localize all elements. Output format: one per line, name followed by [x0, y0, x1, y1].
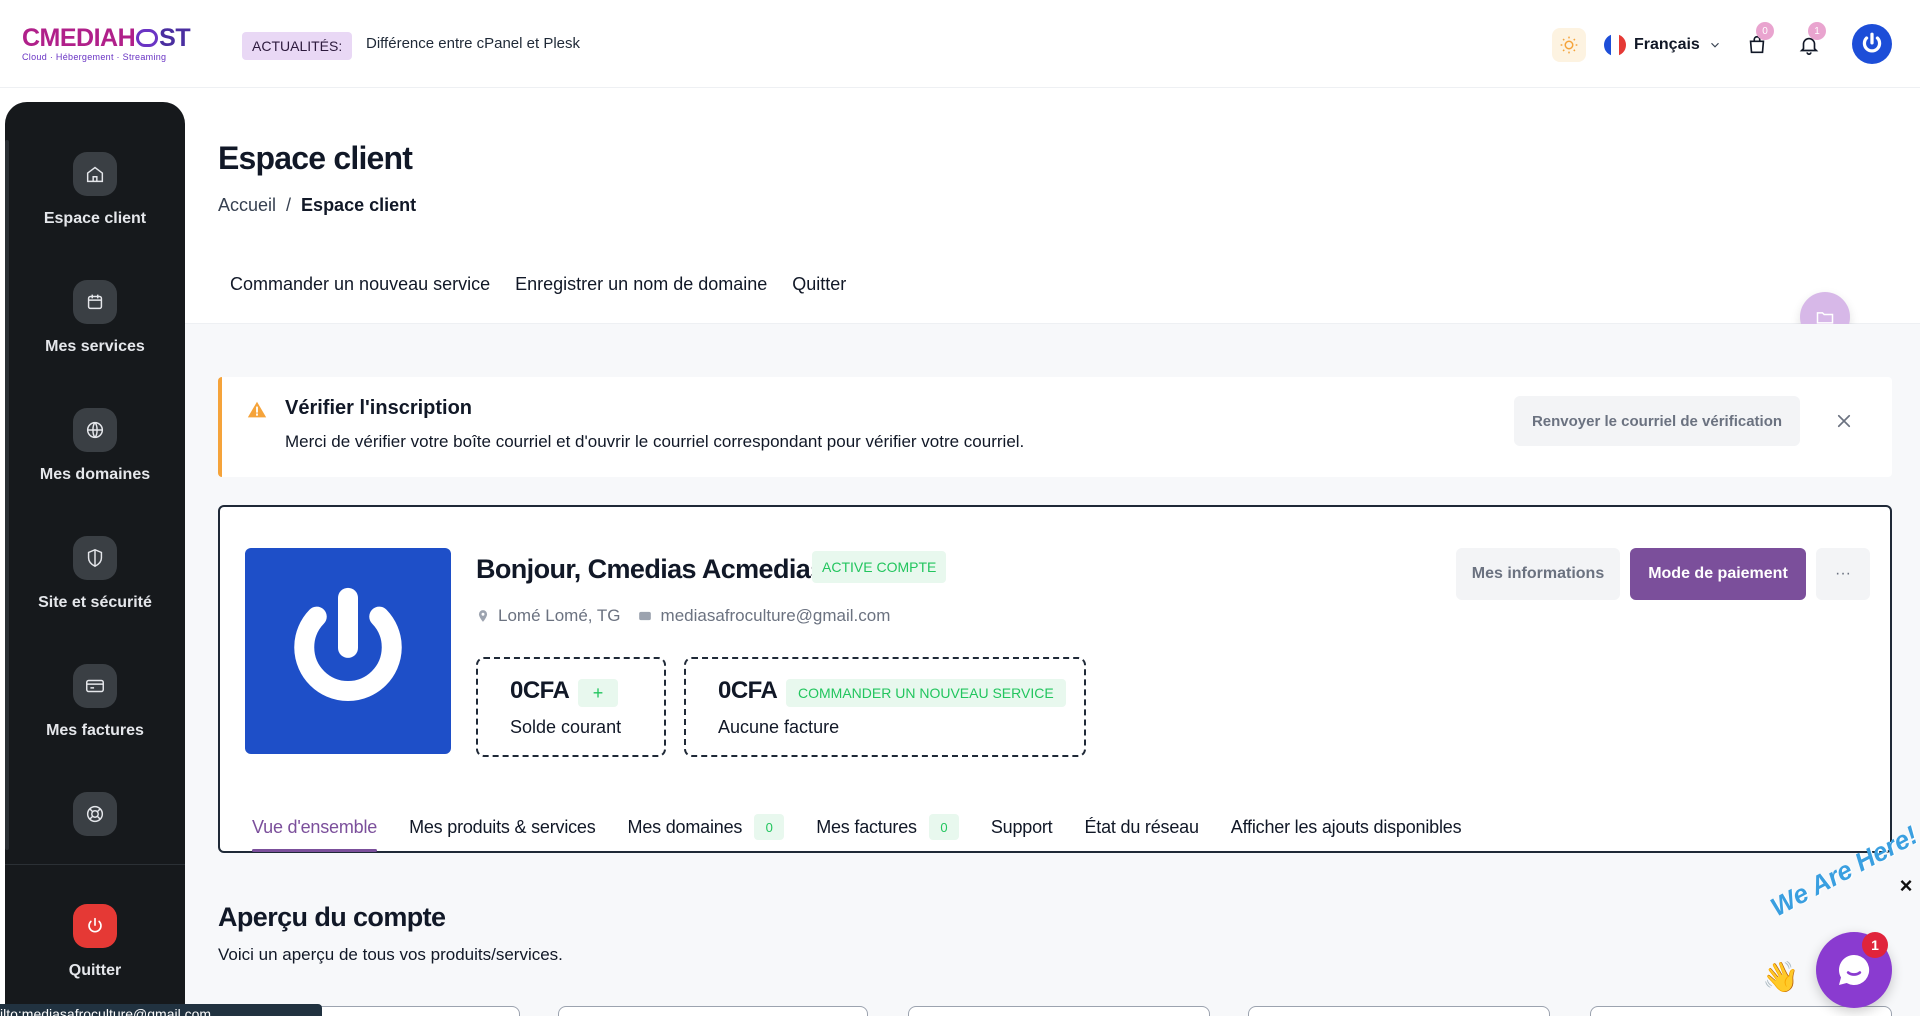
overview-card[interactable] — [558, 1006, 868, 1016]
sidebar-item-label: Quitter — [68, 962, 122, 979]
balance-label: Solde courant — [510, 717, 622, 737]
payment-method-button[interactable]: Mode de paiement — [1630, 548, 1806, 600]
tab-invoices[interactable]: Mes factures 0 — [816, 803, 959, 851]
logo-tagline: Cloud · Hébergement · Streaming — [22, 52, 167, 62]
cmediahost-logo[interactable]: CMEDIAH ST Cloud · Hébergement · Streamin… — [22, 24, 192, 64]
page-title: Espace client — [218, 140, 413, 176]
tab-domains[interactable]: Mes domaines 0 — [628, 803, 785, 851]
sidebar-item-label: Mes factures — [46, 722, 144, 739]
sidebar-item-label: Site et sécurité — [38, 594, 152, 611]
support-icon — [73, 792, 117, 836]
balance-box: 0CFA + Solde courant — [476, 657, 666, 757]
sidebar-item-site-securite[interactable]: Site et sécurité — [5, 536, 185, 612]
sidebar-divider — [5, 864, 185, 865]
sidebar-item-quitter[interactable]: Quitter — [5, 904, 185, 980]
sidebar-item-label: Mes services — [45, 338, 145, 355]
france-flag-icon — [1604, 34, 1626, 56]
location-pin-icon — [478, 610, 488, 622]
language-selector[interactable]: Français — [1604, 30, 1722, 60]
profile-meta: Lomé Lomé, TG mediasafroculture@gmail.co… — [476, 606, 890, 626]
quick-links: Commander un nouveau service Enregistrer… — [230, 274, 846, 295]
chat-close-button[interactable]: × — [1894, 873, 1918, 898]
shield-icon — [73, 536, 117, 580]
verification-alert: Vérifier l'inscription Merci de vérifier… — [218, 377, 1892, 477]
invoice-label: Aucune facture — [718, 717, 840, 737]
location-text: Lomé Lomé, TG — [498, 606, 621, 625]
invoice-value: 0CFA — [718, 677, 778, 704]
language-label: Français — [1634, 36, 1700, 53]
order-new-service-chip[interactable]: COMMANDER UN NOUVEAU SERVICE — [786, 679, 1066, 707]
domains-count-badge: 0 — [754, 814, 785, 840]
sidebar: Espace client Mes services Mes domaines … — [5, 102, 185, 1016]
email-icon — [638, 611, 651, 621]
sidebar-scrollbar[interactable] — [5, 140, 9, 850]
resend-verification-button[interactable]: Renvoyer le courriel de vérification — [1514, 396, 1800, 446]
greeting: Bonjour, Cmedias Acmedias — [476, 554, 825, 584]
cart-count-badge: 0 — [1756, 22, 1774, 40]
waving-hand-icon: 👋 — [1762, 961, 1800, 994]
invoice-box: 0CFA COMMANDER UN NOUVEAU SERVICE Aucune… — [684, 657, 1086, 757]
close-alert-button[interactable] — [1830, 407, 1858, 435]
breadcrumb: Accueil / Espace client — [218, 195, 416, 216]
news-link[interactable]: Différence entre cPanel et Plesk — [366, 34, 580, 54]
power-icon — [73, 904, 117, 948]
tab-overview[interactable]: Vue d'ensemble — [252, 803, 377, 852]
breadcrumb-current: Espace client — [301, 195, 417, 215]
sidebar-item-label: Mes domaines — [39, 466, 151, 483]
box-icon — [73, 280, 117, 324]
home-icon — [73, 152, 117, 196]
card-icon — [73, 664, 117, 708]
power-logo-icon — [294, 587, 402, 701]
more-options-button[interactable]: ··· — [1816, 548, 1870, 600]
cloud-logo-icon — [136, 29, 159, 47]
chevron-down-icon — [1710, 42, 1719, 48]
profile-picture — [245, 548, 451, 754]
tab-network-status[interactable]: État du réseau — [1084, 803, 1198, 851]
tab-available-addons[interactable]: Afficher les ajouts disponibles — [1231, 803, 1462, 851]
sidebar-item-mes-factures[interactable]: Mes factures — [5, 664, 185, 740]
overview-card[interactable] — [1590, 1006, 1892, 1016]
profile-card: Bonjour, Cmedias Acmedias ACTIVE COMPTE … — [218, 505, 1892, 853]
account-overview-title: Aperçu du compte — [218, 902, 446, 932]
add-funds-button[interactable]: + — [578, 679, 618, 707]
balance-value: 0CFA — [510, 677, 570, 704]
globe-icon — [73, 408, 117, 452]
my-information-button[interactable]: Mes informations — [1456, 548, 1620, 600]
sidebar-item-espace-client[interactable]: Espace client — [5, 152, 185, 228]
sidebar-item-label: Espace client — [43, 210, 147, 227]
alert-message: Merci de vérifier votre boîte courriel e… — [285, 432, 1025, 451]
chat-unread-badge: 1 — [1862, 932, 1888, 958]
theme-toggle-button[interactable] — [1552, 28, 1586, 62]
invoices-count-badge: 0 — [928, 814, 959, 840]
profile-tabs: Vue d'ensemble Mes produits & services M… — [252, 803, 1462, 852]
email-link[interactable]: mediasafroculture@gmail.com — [661, 606, 891, 626]
status-badge: ACTIVE COMPTE — [812, 551, 947, 583]
tab-products-services[interactable]: Mes produits & services — [409, 803, 596, 851]
user-avatar[interactable] — [1852, 24, 1892, 64]
sidebar-item-mes-domaines[interactable]: Mes domaines — [5, 408, 185, 484]
power-logo-icon — [1862, 32, 1882, 53]
alert-title: Vérifier l'inscription — [285, 397, 473, 419]
close-icon — [1837, 414, 1851, 428]
sidebar-item-support[interactable] — [5, 792, 185, 836]
notification-count-badge: 1 — [1808, 22, 1826, 40]
account-overview-subtitle: Voici un aperçu de tous vos produits/ser… — [218, 945, 563, 964]
cart-button[interactable]: 0 — [1740, 22, 1774, 62]
notifications-button[interactable]: 1 — [1792, 22, 1826, 62]
quit-link[interactable]: Quitter — [792, 274, 846, 295]
top-bar: CMEDIAH ST Cloud · Hébergement · Streamin… — [0, 0, 1920, 88]
link-status-tooltip: ilto:mediasafroculture@gmail.com — [0, 1004, 322, 1016]
sidebar-item-mes-services[interactable]: Mes services — [5, 280, 185, 356]
overview-card[interactable] — [908, 1006, 1210, 1016]
breadcrumb-home-link[interactable]: Accueil — [218, 195, 276, 216]
register-domain-link[interactable]: Enregistrer un nom de domaine — [515, 274, 767, 295]
tab-support[interactable]: Support — [991, 803, 1053, 851]
news-label: ACTUALITÉS: — [242, 32, 353, 60]
overview-card[interactable] — [1248, 1006, 1550, 1016]
breadcrumb-separator: / — [286, 195, 292, 215]
warning-icon — [246, 399, 268, 426]
order-new-service-link[interactable]: Commander un nouveau service — [230, 274, 490, 295]
sun-icon — [1560, 36, 1578, 54]
